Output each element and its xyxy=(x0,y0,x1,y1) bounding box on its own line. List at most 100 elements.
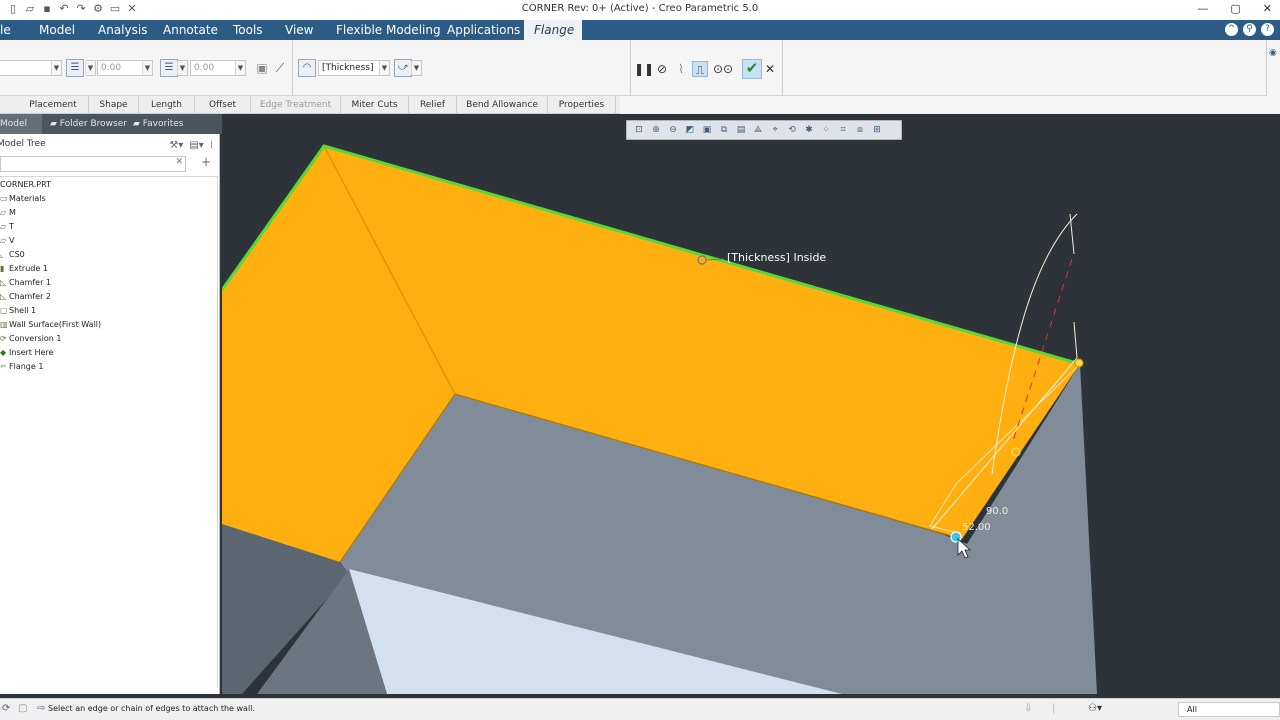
chamfer-icon: ◺ xyxy=(0,278,7,287)
tree-root[interactable]: CORNER.PRT xyxy=(0,178,51,192)
length2-field[interactable]: 0.00 ▼ xyxy=(190,60,246,76)
zoom-in-icon[interactable]: ⊕ xyxy=(648,123,664,137)
clear-search-icon[interactable]: ✕ xyxy=(175,157,183,167)
refit-icon[interactable]: ⊡ xyxy=(631,123,647,137)
dashboard-slide-area xyxy=(620,96,1280,114)
search-input[interactable]: ✕ xyxy=(0,156,186,172)
tab-model[interactable]: Model xyxy=(29,20,85,40)
help-icon[interactable]: ? xyxy=(1261,23,1274,36)
ribbon-help-tools: ^ ⚲ ? xyxy=(1225,23,1274,36)
tree-item-chamfer[interactable]: ◺ Chamfer 1 xyxy=(0,276,51,290)
thickness-dropdown[interactable]: [Thickness] ▼ xyxy=(318,60,390,76)
chevron-down-icon: ▼ xyxy=(51,61,61,75)
tab-file[interactable]: le xyxy=(0,20,21,40)
bend-side-icon[interactable]: ⤻ xyxy=(394,59,412,77)
preview-glasses-icon[interactable]: ⌇ xyxy=(673,61,689,77)
tree-item-conversion[interactable]: ⟳ Conversion 1 xyxy=(0,332,61,346)
graphics-window[interactable]: [Thickness] Inside 90.0 52.00 xyxy=(222,114,1280,694)
view-manager-icon[interactable]: ▤ xyxy=(733,123,749,137)
slide-tab-bend-allowance[interactable]: Bend Allowance xyxy=(457,96,548,114)
length1-field[interactable]: 0.00 ▼ xyxy=(97,60,153,76)
tree-item-chamfer[interactable]: ◺ Chamfer 2 xyxy=(0,290,51,304)
annotation-display-icon[interactable]: ⟲ xyxy=(784,123,800,137)
flange-icon: ⌐ xyxy=(0,362,7,371)
tab-folder-browser[interactable]: ▰ Folder Browser xyxy=(47,114,127,134)
model-tree-header: Model Tree ⚒▾ ▤▾ ⁞ xyxy=(0,134,219,154)
maximize-icon[interactable]: ▢ xyxy=(1230,2,1240,15)
appearance-icon[interactable]: ◉ xyxy=(1269,48,1277,58)
tab-favorites[interactable]: ▰ Favorites xyxy=(130,114,192,134)
stop-icon[interactable]: ⊘ xyxy=(654,61,670,77)
flip-thickness-icon[interactable]: ⟋ xyxy=(272,60,288,76)
add-filter-icon[interactable]: + xyxy=(201,155,211,169)
tree-item-datum-plane[interactable]: ▱ M xyxy=(0,206,16,220)
tree-item-datum-plane[interactable]: ▱ V xyxy=(0,234,14,248)
tab-flange[interactable]: Flange xyxy=(524,20,582,40)
length2-type-dropdown[interactable]: ▼ xyxy=(177,60,188,76)
smart-filter-icon[interactable]: ⚇▾ xyxy=(1088,703,1102,714)
tab-analysis[interactable]: Analysis xyxy=(88,20,157,40)
tree-item-materials[interactable]: ▭Materials xyxy=(0,192,46,206)
tree-item-csys[interactable]: ⌞ CS0 xyxy=(0,248,25,262)
slide-tab-shape[interactable]: Shape xyxy=(89,96,139,114)
point-display-icon[interactable]: ⁘ xyxy=(818,123,834,137)
display-style-icon[interactable]: ▣ xyxy=(699,123,715,137)
full-screen-icon[interactable]: ▢ xyxy=(18,703,27,714)
perspective-icon[interactable]: ⟁ xyxy=(750,123,766,137)
minimize-icon[interactable]: — xyxy=(1197,2,1208,15)
tab-annotate[interactable]: Annotate xyxy=(153,20,228,40)
shape-dropdown[interactable]: ▼ xyxy=(0,60,62,76)
bend-radius-icon[interactable]: ◠ xyxy=(298,59,316,77)
angle-dimension[interactable]: 90.0 xyxy=(986,506,1008,517)
tab-flexible-modeling[interactable]: Flexible Modeling xyxy=(326,20,451,40)
tree-item-extrude[interactable]: ▮ Extrude 1 xyxy=(0,262,48,276)
verify-icon[interactable]: ⊙⊙ xyxy=(713,61,733,77)
model-viewport[interactable] xyxy=(222,114,1280,694)
show-icon[interactable]: ▤▾ xyxy=(189,136,203,156)
slide-tab-edge-treatment[interactable]: Edge Treatment xyxy=(251,96,341,114)
length-dimension[interactable]: 52.00 xyxy=(962,522,991,533)
slide-tab-relief[interactable]: Relief xyxy=(409,96,457,114)
tree-item-shell[interactable]: ▢Shell 1 xyxy=(0,304,36,318)
slide-tab-offset[interactable]: Offset xyxy=(195,96,251,114)
attach-preview-icon[interactable]: ⎍ xyxy=(692,61,708,77)
cancel-x-icon[interactable]: ✕ xyxy=(762,61,778,77)
slide-tab-miter-cuts[interactable]: Miter Cuts xyxy=(341,96,409,114)
tab-view[interactable]: View xyxy=(275,20,323,40)
close-icon[interactable]: ✕ xyxy=(1263,2,1272,15)
status-separator: | xyxy=(1052,703,1056,714)
flip-profile-icon[interactable]: ▣ xyxy=(254,60,270,76)
datum-display-icon[interactable]: ⌖ xyxy=(767,123,783,137)
length-type-icon[interactable]: ☰ xyxy=(66,59,84,77)
tab-model-tree[interactable]: Model Tree xyxy=(0,114,42,149)
tab-tools[interactable]: Tools xyxy=(223,20,273,40)
tree-settings-icon[interactable]: ⚒▾ xyxy=(169,136,183,156)
saved-orientations-icon[interactable]: ⧉ xyxy=(716,123,732,137)
tab-applications[interactable]: Applications xyxy=(437,20,530,40)
selection-filter[interactable]: All xyxy=(1178,702,1280,717)
length-type-dropdown[interactable]: ▼ xyxy=(85,60,96,76)
slide-tab-length[interactable]: Length xyxy=(139,96,195,114)
graphics-toolbar-icon[interactable]: ⟳ xyxy=(2,703,10,714)
tree-item-datum-plane[interactable]: ▱ T xyxy=(0,220,14,234)
bend-side-dropdown[interactable]: ▼ xyxy=(411,60,422,76)
thickness-annotation[interactable]: [Thickness] Inside xyxy=(727,251,826,264)
pause-icon[interactable]: ❚❚ xyxy=(634,61,654,77)
tree-item-wall-surface[interactable]: ▥Wall Surface(First Wall) xyxy=(0,318,101,332)
spin-center-icon[interactable]: ✱ xyxy=(801,123,817,137)
repaint-icon[interactable]: ◩ xyxy=(682,123,698,137)
zoom-out-icon[interactable]: ⊖ xyxy=(665,123,681,137)
search-icon[interactable]: ⚲ xyxy=(1243,23,1256,36)
slide-tab-placement[interactable]: Placement xyxy=(18,96,89,114)
csys-display-icon[interactable]: ⌗ xyxy=(835,123,851,137)
slide-tab-properties[interactable]: Properties xyxy=(548,96,616,114)
corner-handle[interactable] xyxy=(1074,358,1084,368)
mold-display-icon[interactable]: ⊞ xyxy=(869,123,885,137)
ok-check-icon[interactable]: ✔ xyxy=(742,59,762,79)
tree-item-insert-here[interactable]: ◆ Insert Here xyxy=(0,346,53,360)
plane-display-icon[interactable]: ⧈ xyxy=(852,123,868,137)
tree-item-flange[interactable]: ⌐ Flange 1 xyxy=(0,360,43,374)
minimize-ribbon-icon[interactable]: ^ xyxy=(1225,23,1238,36)
length2-type-icon[interactable]: ☰ xyxy=(160,59,178,77)
columns-icon[interactable]: ⁞ xyxy=(210,136,213,156)
